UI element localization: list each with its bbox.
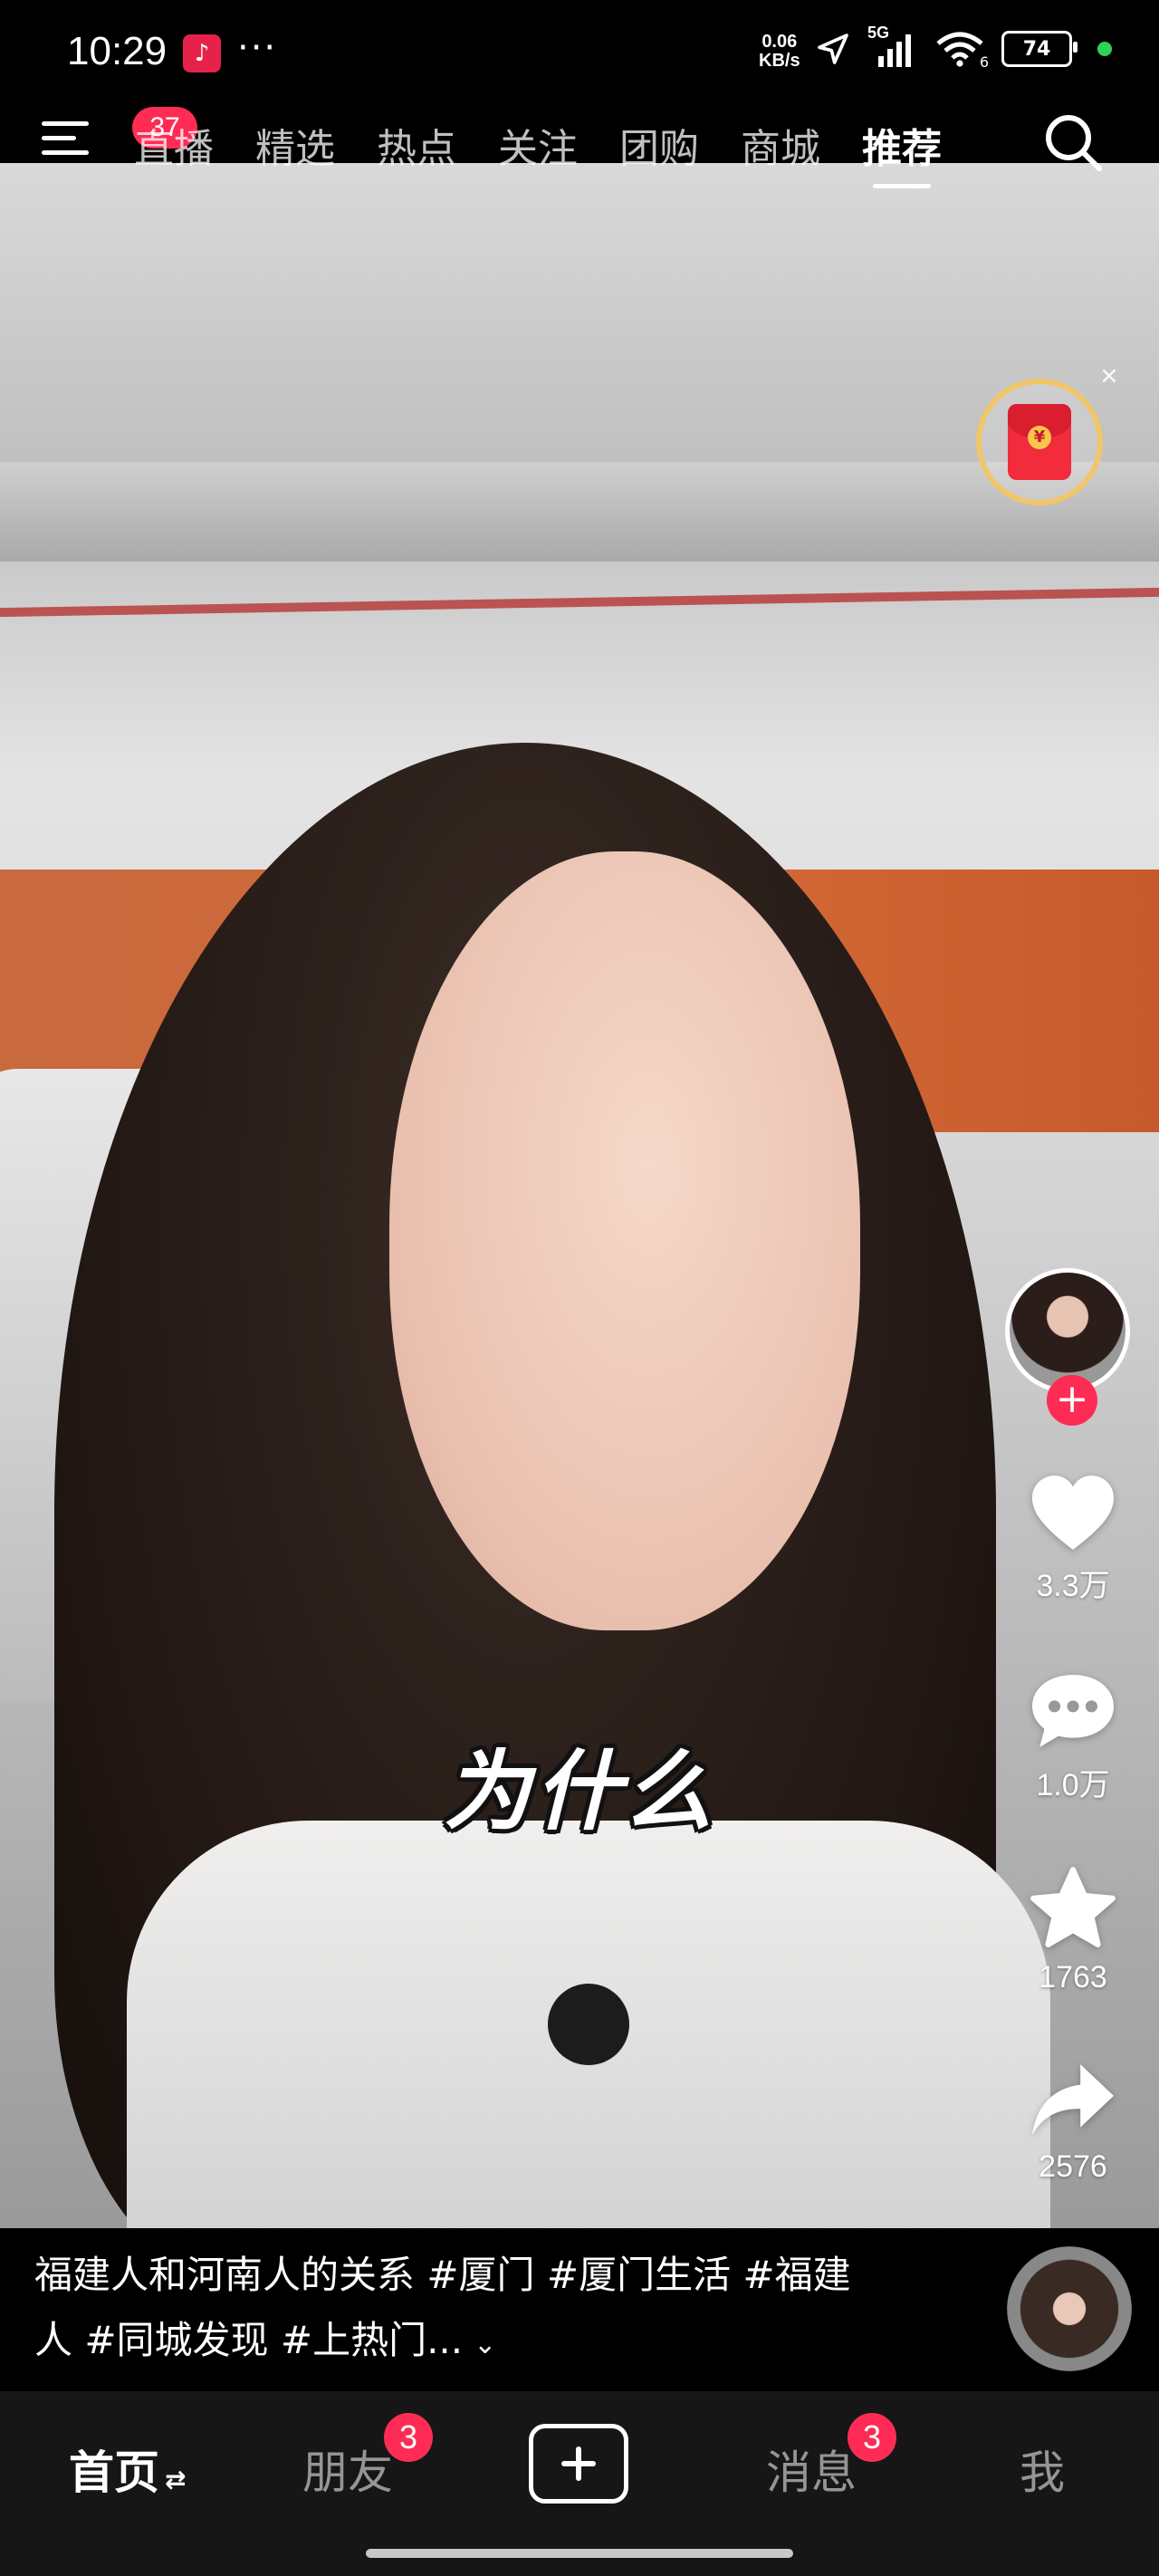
comment-count: 1.0万 [1036,1768,1110,1802]
location-icon [818,34,848,64]
tab-friends-label: 朋友 [302,2446,393,2499]
comment-icon [1032,1675,1114,1747]
tab-messages[interactable]: 消息 3 [766,2413,896,2502]
bottom-tab-bar: 首页 ⇄ 朋友 3 消息 3 我 [0,2391,1159,2576]
favorite-count: 1763 [1039,1960,1107,1994]
like-button[interactable]: 3.3万 [996,1472,1150,1605]
video-subject-face [389,851,860,1630]
battery-level: 74 [1022,37,1051,61]
tab-messages-label: 消息 [766,2446,857,2499]
network-speed: 0.06 KB/s [759,33,800,71]
scene-ceiling [0,462,1159,562]
tab-me[interactable]: 我 [1020,2437,1065,2502]
red-envelope-icon: ¥ [1008,404,1071,480]
tab-recommended[interactable]: 推荐 [862,116,942,188]
tiktok-icon: ♪ [183,34,221,72]
share-button[interactable]: 2576 [996,2061,1150,2185]
heart-icon [1032,1475,1114,1550]
plus-icon [561,2446,596,2481]
menu-button[interactable]: 37 [42,107,197,167]
video-description[interactable]: 福建人和河南人的关系 #厦门 #厦门生活 #福建人 #同城发现 #上热门... ⌄ [34,2243,867,2378]
tab-me-label: 我 [1020,2446,1065,2499]
tab-friends[interactable]: 朋友 3 [302,2413,433,2502]
comment-button[interactable]: 1.0万 [996,1671,1150,1804]
wifi-generation: 6 [979,53,989,71]
status-time: 10:29 [67,29,168,73]
tab-trending[interactable]: 热点 [377,116,456,174]
star-icon [1030,1867,1116,1947]
share-icon [1032,2064,1114,2135]
like-count: 3.3万 [1036,1569,1110,1603]
messages-badge: 3 [848,2413,896,2462]
swap-icon: ⇄ [165,2465,187,2494]
tab-live[interactable]: 直播 [134,116,214,174]
red-envelope-coin: ¥ [1028,426,1051,449]
video-description-bar: 福建人和河南人的关系 #厦门 #厦门生活 #福建人 #同城发现 #上热门... ⌄ [0,2228,1159,2391]
create-post-button[interactable] [529,2424,628,2504]
signal-type: 5G [867,24,890,42]
tab-home-label: 首页 [69,2446,159,2499]
tab-following[interactable]: 关注 [498,116,578,174]
video-description-text: 福建人和河南人的关系 #厦门 #厦门生活 #福建人 #同城发现 #上热门... [34,2253,851,2362]
lapel-microphone [548,1984,629,2065]
wifi-icon: 6 [934,31,989,71]
menu-icon-line [42,136,76,140]
privacy-indicator-dot [1097,42,1112,56]
tab-group-buy[interactable]: 团购 [619,116,699,174]
creator-avatar-button[interactable]: + [1005,1268,1141,1426]
feed-tabs: 直播 精选 热点 关注 团购 商城 推荐 [134,116,942,188]
network-speed-value: 0.06 [761,32,798,52]
search-icon[interactable] [1041,111,1105,174]
tab-home[interactable]: 首页 ⇄ [69,2437,186,2502]
red-packet-button[interactable]: ¥ [976,379,1103,505]
battery-icon: 74 [1001,31,1078,67]
cellular-signal-icon: 5G [867,24,918,67]
scene-pipe [0,587,1159,618]
network-speed-unit: KB/s [759,51,800,71]
expand-chevron-icon[interactable]: ⌄ [474,2329,496,2360]
menu-icon [42,121,89,126]
top-navigation: 37 直播 精选 热点 关注 团购 商城 推荐 [0,107,1159,188]
more-notifications-icon: ··· [237,27,278,69]
friends-badge: 3 [384,2413,433,2462]
tab-featured[interactable]: 精选 [255,116,335,174]
follow-button[interactable]: + [1047,1375,1097,1426]
music-disc-button[interactable] [1007,2246,1132,2371]
tab-mall[interactable]: 商城 [741,116,820,174]
red-packet-close-button[interactable]: × [1099,362,1119,389]
favorite-button[interactable]: 1763 [996,1866,1150,1995]
status-bar: 10:29 ♪ ··· 0.06 KB/s 5G 6 74 [0,0,1159,109]
status-icons: 5G 6 74 [815,24,1112,71]
home-indicator[interactable] [366,2549,793,2558]
menu-icon-line [42,150,89,155]
video-subtitle: 为什么 [444,1741,715,1842]
share-count: 2576 [1039,2149,1107,2184]
